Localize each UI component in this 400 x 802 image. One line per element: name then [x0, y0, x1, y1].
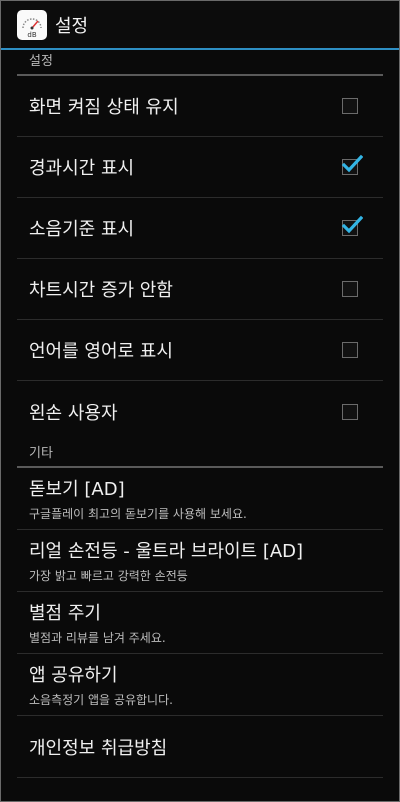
settings-screen: dB 설정 설정 화면 켜짐 상태 유지 경과시간 표시 소음기준 표시 차트시… [0, 0, 400, 802]
pref-english-language[interactable]: 언어를 영어로 표시 [17, 320, 383, 381]
pref-label: 개인정보 취급방침 [29, 737, 168, 759]
pref-label: 리얼 손전등 - 울트라 브라이트 [AD] [29, 541, 304, 562]
pref-label: 화면 켜짐 상태 유지 [29, 97, 179, 118]
pref-label: 소음기준 표시 [29, 219, 135, 240]
show-noise-reference-checkbox[interactable] [341, 215, 363, 236]
app-icon-text: dB [27, 31, 36, 39]
pref-show-elapsed-time[interactable]: 경과시간 표시 [17, 137, 383, 198]
pref-label: 돋보기 [AD] [29, 479, 125, 500]
checkmark-icon [341, 154, 363, 173]
pref-summary: 구글플레이 최고의 돋보기를 사용해 보세요. [29, 507, 247, 521]
pref-rate-app[interactable]: 별점 주기 별점과 리뷰를 남겨 주세요. [17, 592, 383, 654]
pref-magnifier-ad[interactable]: 돋보기 [AD] 구글플레이 최고의 돋보기를 사용해 보세요. [17, 468, 383, 530]
page-title: 설정 [55, 15, 89, 37]
pref-left-handed[interactable]: 왼손 사용자 [17, 381, 383, 442]
section-header-other: 기타 [17, 442, 383, 468]
pref-share-app[interactable]: 앱 공유하기 소음측정기 앱을 공유합니다. [17, 654, 383, 716]
pref-privacy-policy[interactable]: 개인정보 취급방침 [17, 716, 383, 778]
pref-label: 왼손 사용자 [29, 402, 118, 424]
pref-summary: 가장 밝고 빠르고 강력한 손전등 [29, 569, 188, 583]
pref-summary: 소음측정기 앱을 공유합니다. [29, 693, 173, 707]
left-handed-checkbox[interactable] [342, 403, 358, 420]
show-elapsed-time-checkbox[interactable] [341, 154, 363, 175]
pref-flashlight-ad[interactable]: 리얼 손전등 - 울트라 브라이트 [AD] 가장 밝고 빠르고 강력한 손전등 [17, 530, 383, 592]
keep-screen-on-checkbox[interactable] [342, 98, 358, 114]
english-language-checkbox[interactable] [342, 342, 358, 358]
pref-label: 앱 공유하기 [29, 665, 118, 686]
pref-keep-screen-on[interactable]: 화면 켜짐 상태 유지 [17, 76, 383, 137]
decibel-meter-icon[interactable]: dB [17, 9, 47, 40]
section-header-settings: 설정 [17, 50, 383, 76]
checkmark-icon [341, 215, 363, 234]
pref-label: 차트시간 증가 안함 [29, 280, 173, 301]
pref-show-noise-reference[interactable]: 소음기준 표시 [17, 198, 383, 259]
action-bar: dB 설정 [1, 1, 399, 50]
pref-summary: 별점과 리뷰를 남겨 주세요. [29, 631, 166, 645]
pref-label: 언어를 영어로 표시 [29, 341, 173, 362]
pref-label: 경과시간 표시 [29, 158, 135, 179]
pref-no-chart-time-increase[interactable]: 차트시간 증가 안함 [17, 259, 383, 320]
pref-label: 별점 주기 [29, 603, 101, 624]
no-chart-time-increase-checkbox[interactable] [342, 281, 358, 297]
